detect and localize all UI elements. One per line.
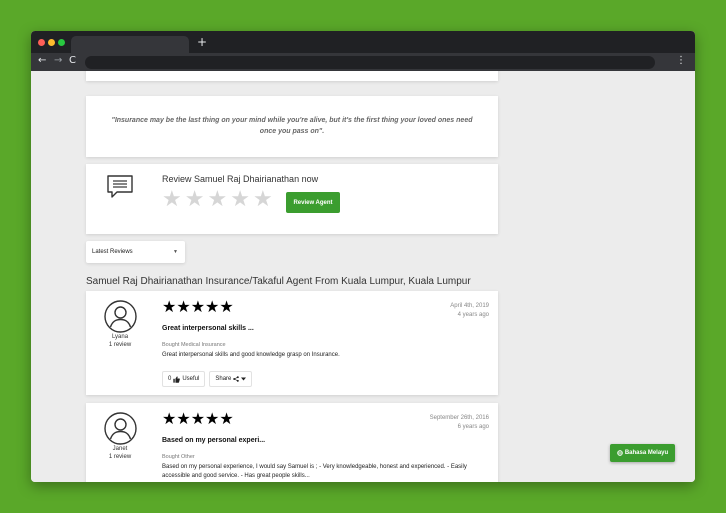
useful-count: 0	[168, 376, 172, 382]
review-date: September 26th, 2016 6 years ago	[430, 414, 489, 433]
user-avatar-icon	[104, 300, 137, 333]
chevron-down-icon: ▼	[173, 249, 178, 255]
user-avatar-icon	[104, 412, 137, 445]
share-icon	[233, 376, 240, 382]
share-label: Share	[215, 376, 232, 382]
previous-card	[86, 71, 498, 81]
review-author: Lyana 1 review	[94, 333, 146, 349]
maximize-window-button[interactable]	[58, 39, 65, 46]
review-title: Based on my personal experi...	[162, 437, 266, 444]
chevron-down-icon	[241, 377, 247, 381]
useful-button[interactable]: 0 Useful	[162, 371, 206, 387]
browser-menu-icon[interactable]: ⋮	[676, 55, 686, 66]
forward-arrow-icon[interactable]: →	[54, 55, 62, 66]
author-name: Janet	[112, 446, 128, 452]
author-name: Lyana	[111, 334, 129, 340]
review-card: Janet 1 review ★★★★★ September 26th, 201…	[86, 403, 498, 482]
browser-toolbar: ← → C ⋮	[31, 53, 695, 71]
review-actions: 0 Useful Share	[162, 371, 253, 387]
sort-selected-value: Latest Reviews	[92, 249, 133, 255]
browser-titlebar: +	[31, 31, 695, 53]
language-label: Bahasa Melayu	[624, 450, 669, 456]
review-age-text: 6 years ago	[457, 424, 489, 431]
close-window-button[interactable]	[38, 39, 45, 46]
rating-star-1-icon[interactable]: ★	[162, 189, 182, 211]
reload-icon[interactable]: C	[69, 55, 76, 66]
rating-input[interactable]: ★ ★ ★ ★ ★	[162, 189, 273, 211]
review-date-text: April 4th, 2019	[450, 303, 489, 309]
review-now-card: Review Samuel Raj Dhairianathan now ★ ★ …	[86, 164, 498, 234]
back-arrow-icon[interactable]: ←	[38, 55, 46, 66]
address-bar[interactable]	[85, 56, 655, 69]
minimize-window-button[interactable]	[48, 39, 55, 46]
review-age-text: 4 years ago	[457, 312, 489, 319]
review-text: Based on my personal experience, I would…	[162, 464, 467, 479]
reviews-section-heading: Samuel Raj Dhairianathan Insurance/Takaf…	[86, 276, 471, 287]
review-date: April 4th, 2019 4 years ago	[450, 302, 489, 321]
chat-icon	[107, 175, 133, 198]
new-tab-button[interactable]: +	[197, 35, 207, 49]
thumbs-up-icon	[173, 376, 181, 383]
review-title: Great interpersonal skills ...	[162, 325, 254, 332]
review-bought-product: Bought Medical Insurance	[162, 342, 226, 348]
rating-star-2-icon[interactable]: ★	[185, 189, 205, 211]
quote-card: "Insurance may be the last thing on your…	[86, 96, 498, 157]
review-rating: ★★★★★	[162, 299, 234, 316]
browser-tab[interactable]	[71, 36, 189, 53]
author-review-count: 1 review	[108, 342, 132, 349]
share-dropdown-button[interactable]: Share	[209, 371, 253, 387]
rating-star-4-icon[interactable]: ★	[230, 189, 250, 211]
review-agent-button[interactable]: Review Agent	[286, 192, 340, 213]
review-date-text: September 26th, 2016	[429, 415, 489, 421]
language-switch-button[interactable]: Bahasa Melayu	[610, 444, 675, 462]
browser-window: + ← → C ⋮ "Insurance may be the last thi…	[31, 31, 695, 482]
review-agent-title: Review Samuel Raj Dhairianathan now	[162, 174, 319, 184]
review-author: Janet 1 review	[94, 445, 146, 461]
review-bought-product: Bought Other	[162, 454, 195, 460]
translate-icon	[617, 450, 623, 456]
quote-text: "Insurance may be the last thing on your…	[111, 117, 473, 135]
rating-star-3-icon[interactable]: ★	[207, 189, 227, 211]
page-content: "Insurance may be the last thing on your…	[31, 71, 695, 482]
rating-star-5-icon[interactable]: ★	[253, 189, 273, 211]
useful-label: Useful	[182, 376, 200, 382]
review-rating: ★★★★★	[162, 411, 234, 428]
review-text: Great interpersonal skills and good know…	[162, 352, 340, 358]
author-review-count: 1 review	[108, 454, 132, 461]
sort-reviews-dropdown[interactable]: Latest Reviews ▼	[86, 241, 185, 263]
review-card: Lyana 1 review ★★★★★ April 4th, 2019 4 y…	[86, 291, 498, 395]
